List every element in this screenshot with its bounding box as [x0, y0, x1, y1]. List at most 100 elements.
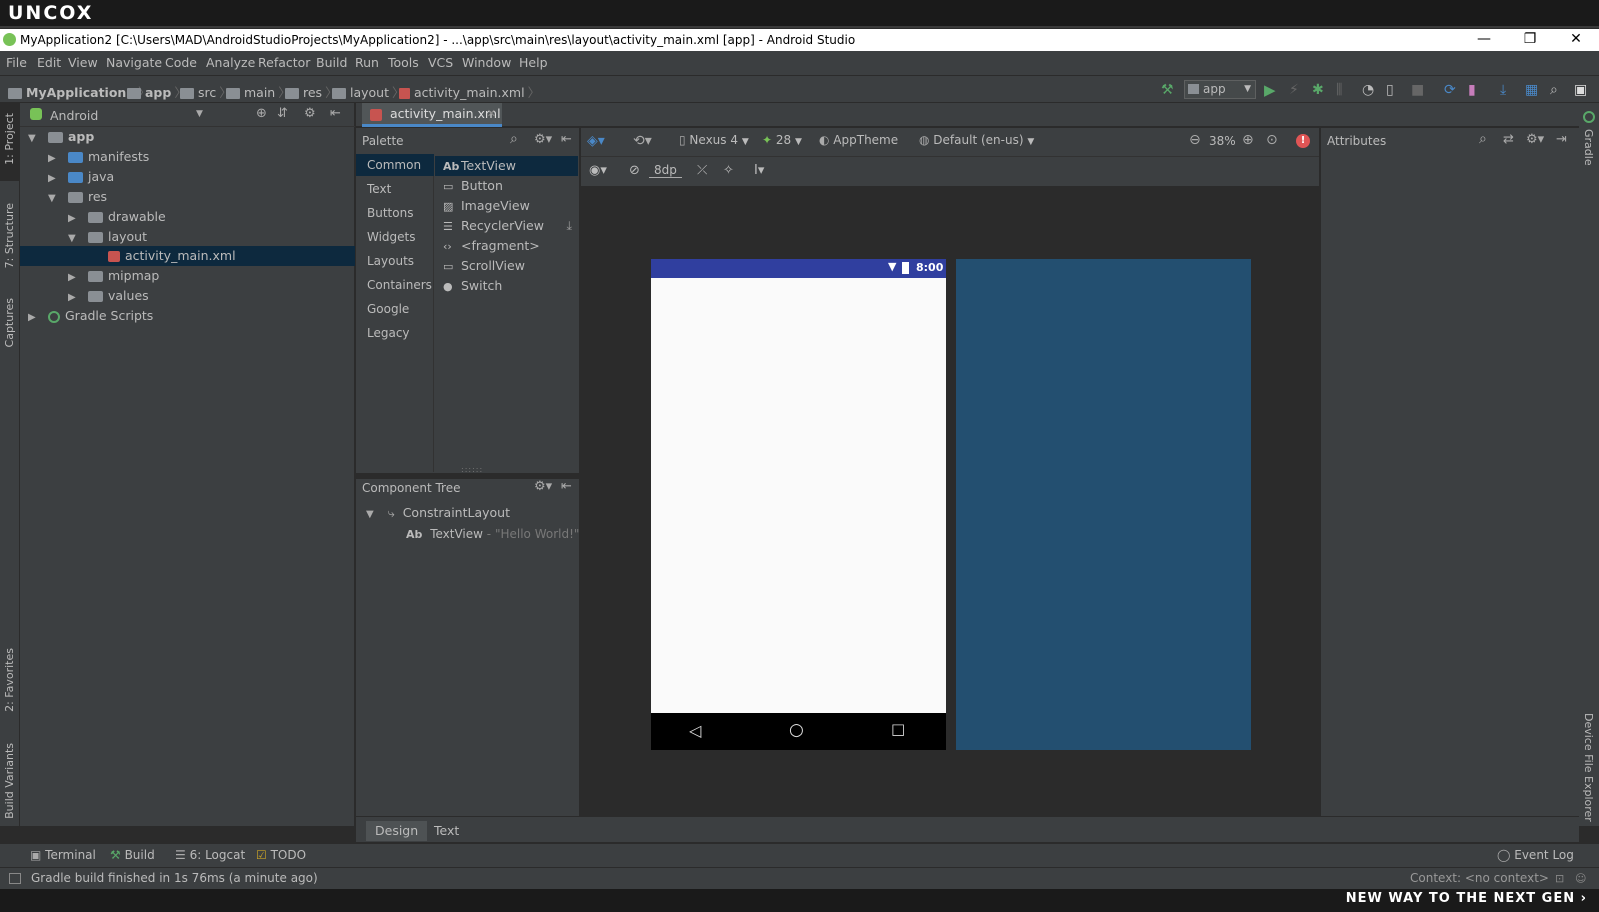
palette-category-text[interactable]: Text — [356, 178, 434, 200]
tree-item-values[interactable]: ▶ values — [20, 286, 355, 306]
menu-view[interactable]: View — [68, 51, 98, 75]
menu-file[interactable]: File — [6, 51, 27, 75]
breadcrumb-main[interactable]: main〉 — [226, 82, 291, 101]
tab-text[interactable]: Text — [425, 821, 468, 841]
palette-widget-button[interactable]: ▭ Button — [435, 176, 578, 196]
palette-widget-textview[interactable]: Ab TextView — [435, 156, 578, 176]
menu-navigate[interactable]: Navigate — [106, 51, 162, 75]
tree-item-textview[interactable]: Ab TextView - "Hello World!" — [406, 527, 579, 541]
menu-help[interactable]: Help — [519, 51, 548, 75]
device-file-explorer-tool-tab[interactable]: Device File Explorer — [1582, 713, 1595, 822]
menu-analyze[interactable]: Analyze — [206, 51, 255, 75]
event-log-tool[interactable]: ◯ Event Log — [1497, 848, 1574, 862]
device-icon[interactable]: ▯ — [1386, 82, 1394, 98]
project-view-select[interactable]: Android — [50, 108, 98, 123]
hide-panel-icon[interactable]: ⇤ — [561, 132, 572, 147]
menu-vcs[interactable]: VCS — [428, 51, 453, 75]
chevron-down-icon[interactable]: ▼ — [196, 109, 203, 119]
error-icon[interactable]: ! — [1296, 134, 1310, 148]
search-icon[interactable]: ⌕ — [510, 131, 518, 147]
breadcrumb-src[interactable]: src〉 — [180, 82, 232, 101]
tree-item-activity-main-xml[interactable]: activity_main.xml — [20, 246, 355, 266]
tree-item-res[interactable]: ▼ res — [20, 187, 355, 207]
avd-manager-icon[interactable]: ▮ — [1468, 82, 1476, 98]
expanded-arrow-icon[interactable]: ▼ — [48, 189, 60, 209]
tree-item-java[interactable]: ▶ java — [20, 167, 355, 187]
menu-tools[interactable]: Tools — [388, 51, 419, 75]
align-icon[interactable]: Ⅰ▾ — [754, 163, 764, 178]
todo-tool[interactable]: ☑ TODO — [256, 848, 306, 862]
palette-category-layouts[interactable]: Layouts — [356, 250, 434, 272]
phone-preview[interactable]: ▼ 8:00 ◁ ○ □ — [651, 259, 946, 750]
breadcrumb-res[interactable]: res〉 — [285, 82, 338, 101]
device-select[interactable]: ▯ Nexus 4 ▼ — [679, 133, 749, 147]
palette-category-common[interactable]: Common — [356, 154, 434, 176]
logcat-tool[interactable]: ☰ 6: Logcat — [175, 848, 245, 862]
download-icon[interactable]: ⤓ — [566, 216, 572, 236]
terminal-tool[interactable]: ▣ Terminal — [30, 848, 96, 862]
orientation-icon[interactable]: ⟲▾ — [633, 133, 652, 149]
swap-view-icon[interactable]: ⇄ — [1503, 132, 1514, 147]
collapsed-arrow-icon[interactable]: ▶ — [68, 268, 80, 288]
favorites-tool-tab[interactable]: 2: Favorites — [3, 648, 16, 712]
structure-tool-tab[interactable]: 7: Structure — [3, 203, 16, 268]
zoom-in-icon[interactable]: ⊕ — [1242, 132, 1254, 148]
stop-icon[interactable]: ■ — [1411, 82, 1424, 98]
blueprint-preview[interactable] — [956, 259, 1251, 750]
gear-icon[interactable]: ⚙▾ — [534, 479, 552, 494]
tree-item-drawable[interactable]: ▶ drawable — [20, 207, 355, 227]
menu-refactor[interactable]: Refactor — [258, 51, 310, 75]
gear-icon[interactable]: ⚙▾ — [534, 132, 552, 147]
attach-debugger-icon[interactable]: ⫼ — [1336, 82, 1342, 98]
palette-widget-switch[interactable]: ● Switch — [435, 276, 578, 296]
debug-icon[interactable]: ✱ — [1312, 82, 1324, 98]
collapsed-arrow-icon[interactable]: ▶ — [28, 308, 40, 328]
menu-code[interactable]: Code — [165, 51, 197, 75]
zoom-out-icon[interactable]: ⊖ — [1189, 132, 1201, 148]
sync-gradle-icon[interactable]: ⟳ — [1444, 82, 1456, 98]
close-tab-icon[interactable]: ✕ — [487, 103, 496, 125]
locale-select[interactable]: ◍ Default (en-us) ▼ — [919, 133, 1034, 147]
design-surface-icon[interactable]: ◈▾ — [587, 133, 605, 149]
splitter-handle[interactable]: :::::: — [461, 465, 483, 474]
sdk-manager-icon[interactable]: ⤓ — [1500, 82, 1506, 98]
make-project-icon[interactable]: ⚒ — [1161, 82, 1174, 98]
palette-category-buttons[interactable]: Buttons — [356, 202, 434, 224]
inspector-icon[interactable]: ☺ — [1575, 868, 1586, 889]
build-tool[interactable]: ⚒ Build — [110, 848, 155, 862]
menu-edit[interactable]: Edit — [37, 51, 61, 75]
toggle-tool-windows-icon[interactable] — [9, 873, 21, 884]
editor-tab-activity-main[interactable]: activity_main.xml ✕ — [362, 103, 502, 127]
scroll-from-source-icon[interactable]: ⊕ — [256, 106, 267, 121]
tree-item-gradle-scripts[interactable]: ▶ Gradle Scripts — [20, 306, 355, 326]
eye-icon[interactable]: ◉▾ — [589, 163, 607, 178]
hide-panel-icon[interactable]: ⇥ — [1556, 132, 1567, 147]
collapsed-arrow-icon[interactable]: ▶ — [48, 169, 60, 189]
palette-category-legacy[interactable]: Legacy — [356, 322, 434, 344]
profile-icon[interactable]: ◔ — [1362, 82, 1374, 98]
user-icon[interactable]: ▣ — [1574, 82, 1587, 98]
clear-constraints-icon[interactable]: ⤫ — [697, 163, 707, 178]
default-margin-select[interactable]: 8dp — [649, 163, 682, 178]
api-level-select[interactable]: ✦ 28 ▼ — [762, 133, 802, 147]
run-config-select[interactable]: app ▼ — [1184, 80, 1256, 99]
tree-item-mipmap[interactable]: ▶ mipmap — [20, 266, 355, 286]
palette-widget-imageview[interactable]: ▨ ImageView — [435, 196, 578, 216]
collapsed-arrow-icon[interactable]: ▶ — [48, 149, 60, 169]
captures-tool-tab[interactable]: Captures — [3, 298, 16, 347]
gradle-tool-tab[interactable]: Gradle — [1582, 129, 1595, 166]
tree-item-constraintlayout[interactable]: ▼ ⤷ ConstraintLayout — [366, 505, 510, 521]
restore-button[interactable]: ❐ — [1507, 29, 1553, 51]
menu-build[interactable]: Build — [316, 51, 347, 75]
gear-icon[interactable]: ⚙ — [304, 106, 316, 121]
expanded-arrow-icon[interactable]: ▼ — [28, 129, 40, 149]
collapse-all-icon[interactable]: ⇵ — [277, 106, 288, 121]
menu-window[interactable]: Window — [462, 51, 511, 75]
palette-widget-recyclerview[interactable]: ☰ RecyclerView ⤓ — [435, 216, 578, 236]
theme-select[interactable]: ◐ AppTheme — [819, 133, 898, 147]
palette-category-containers[interactable]: Containers — [356, 274, 434, 296]
breadcrumb-file[interactable]: activity_main.xml 〉 — [399, 82, 540, 101]
palette-category-widgets[interactable]: Widgets — [356, 226, 434, 248]
close-window-button[interactable]: ✕ — [1553, 29, 1599, 51]
palette-widget-scrollview[interactable]: ▭ ScrollView — [435, 256, 578, 276]
